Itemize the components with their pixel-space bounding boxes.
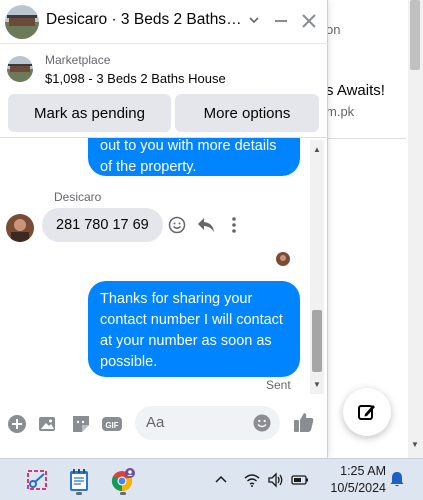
more-vertical-icon[interactable] — [228, 216, 240, 234]
taskbar-app-chrome[interactable] — [108, 465, 138, 495]
chat-window: Desicaro · 3 Beds 2 Baths House Marketpl… — [0, 0, 328, 458]
notification-bell-icon[interactable] — [388, 470, 406, 488]
new-message-button[interactable] — [343, 388, 391, 436]
listing-thumbnail[interactable] — [7, 56, 33, 82]
incoming-message-bubble[interactable]: 281 780 17 69 — [42, 208, 163, 242]
outgoing-message-bubble[interactable]: out to you with more details of the prop… — [88, 138, 300, 176]
message-composer: GIF Aa — [0, 398, 328, 450]
taskbar-app-snipping[interactable] — [22, 465, 52, 495]
photo-icon[interactable] — [38, 414, 58, 434]
chevron-up-icon[interactable] — [212, 471, 230, 489]
reply-icon[interactable] — [197, 217, 215, 233]
seen-avatar — [276, 252, 290, 266]
thumbs-up-icon[interactable] — [293, 411, 315, 433]
sender-name: Desicaro — [54, 190, 102, 204]
chevron-down-icon[interactable] — [248, 14, 260, 26]
page-scroll-down-arrow[interactable]: ▼ — [410, 440, 420, 450]
taskbar-app-notepad[interactable] — [64, 465, 94, 495]
page-scrollbar-thumb[interactable] — [410, 0, 420, 70]
clock-time[interactable]: 1:25 AM — [336, 464, 386, 478]
add-circle-icon[interactable] — [7, 414, 27, 434]
sender-avatar[interactable] — [6, 214, 34, 242]
chrome-icon — [111, 468, 135, 492]
emoji-icon[interactable] — [253, 414, 271, 432]
battery-icon[interactable] — [291, 471, 309, 489]
outgoing-message-bubble[interactable]: Thanks for sharing your contact number I… — [88, 281, 300, 377]
compose-icon — [358, 405, 375, 420]
message-input-placeholder: Aa — [146, 414, 165, 431]
scroll-down-arrow[interactable]: ▼ — [310, 380, 324, 390]
background-listing-subtitle: m.pk — [326, 104, 355, 119]
svg-text:GIF: GIF — [105, 421, 118, 430]
clock-date[interactable]: 10/5/2024 — [322, 481, 386, 495]
chat-scrollbar-thumb[interactable] — [312, 310, 322, 372]
react-emoji-icon[interactable] — [168, 216, 186, 234]
minimize-icon[interactable] — [272, 12, 290, 30]
mark-as-pending-button[interactable]: Mark as pending — [8, 94, 171, 132]
app-running-indicator — [120, 492, 126, 495]
marketplace-listing-card: Marketplace $1,098 - 3 Beds 2 Baths Hous… — [0, 45, 328, 137]
wifi-icon[interactable] — [243, 471, 261, 489]
message-status: Sent — [266, 378, 291, 392]
chat-scrollbar[interactable]: ▲ ▼ — [310, 140, 324, 394]
more-options-button[interactable]: More options — [175, 94, 319, 132]
chat-title[interactable]: Desicaro · 3 Beds 2 Baths House — [46, 11, 244, 29]
background-listing-title[interactable]: s Awaits! — [326, 82, 385, 99]
taskbar: 1:25 AM 10/5/2024 — [0, 458, 423, 500]
sticker-icon[interactable] — [71, 414, 91, 434]
snipping-tool-icon — [27, 470, 47, 490]
background-hint-text: on — [326, 22, 341, 37]
app-running-indicator — [76, 492, 82, 495]
message-input[interactable]: Aa — [135, 406, 280, 440]
scroll-up-arrow[interactable]: ▲ — [310, 145, 324, 155]
background-divider — [326, 138, 406, 139]
volume-icon[interactable] — [267, 471, 285, 489]
gif-icon[interactable]: GIF — [102, 414, 122, 434]
close-icon[interactable] — [300, 12, 318, 30]
chat-header[interactable]: Desicaro · 3 Beds 2 Baths House — [0, 0, 328, 44]
listing-avatar[interactable] — [5, 5, 39, 39]
marketplace-label: Marketplace — [45, 53, 111, 67]
message-list[interactable]: out to you with more details of the prop… — [0, 138, 310, 394]
notepad-icon — [70, 469, 88, 491]
listing-price-title[interactable]: $1,098 - 3 Beds 2 Baths House — [45, 71, 226, 86]
